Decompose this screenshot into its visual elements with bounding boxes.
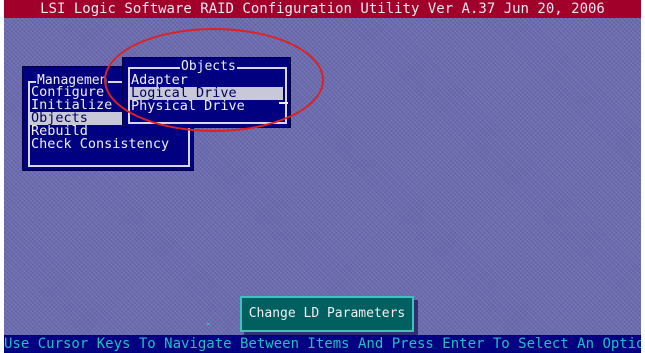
bios-screen: LSI Logic Software RAID Configuration Ut… bbox=[4, 0, 641, 353]
status-bar: Use Cursor Keys To Navigate Between Item… bbox=[4, 335, 641, 353]
menu-item-check-consistency[interactable]: Check Consistency bbox=[30, 137, 169, 151]
cursor-dot bbox=[207, 323, 210, 325]
title-bar: LSI Logic Software RAID Configuration Ut… bbox=[4, 0, 641, 18]
highlight-annotation-oval bbox=[104, 28, 324, 132]
help-box: Change LD Parameters bbox=[240, 296, 414, 332]
